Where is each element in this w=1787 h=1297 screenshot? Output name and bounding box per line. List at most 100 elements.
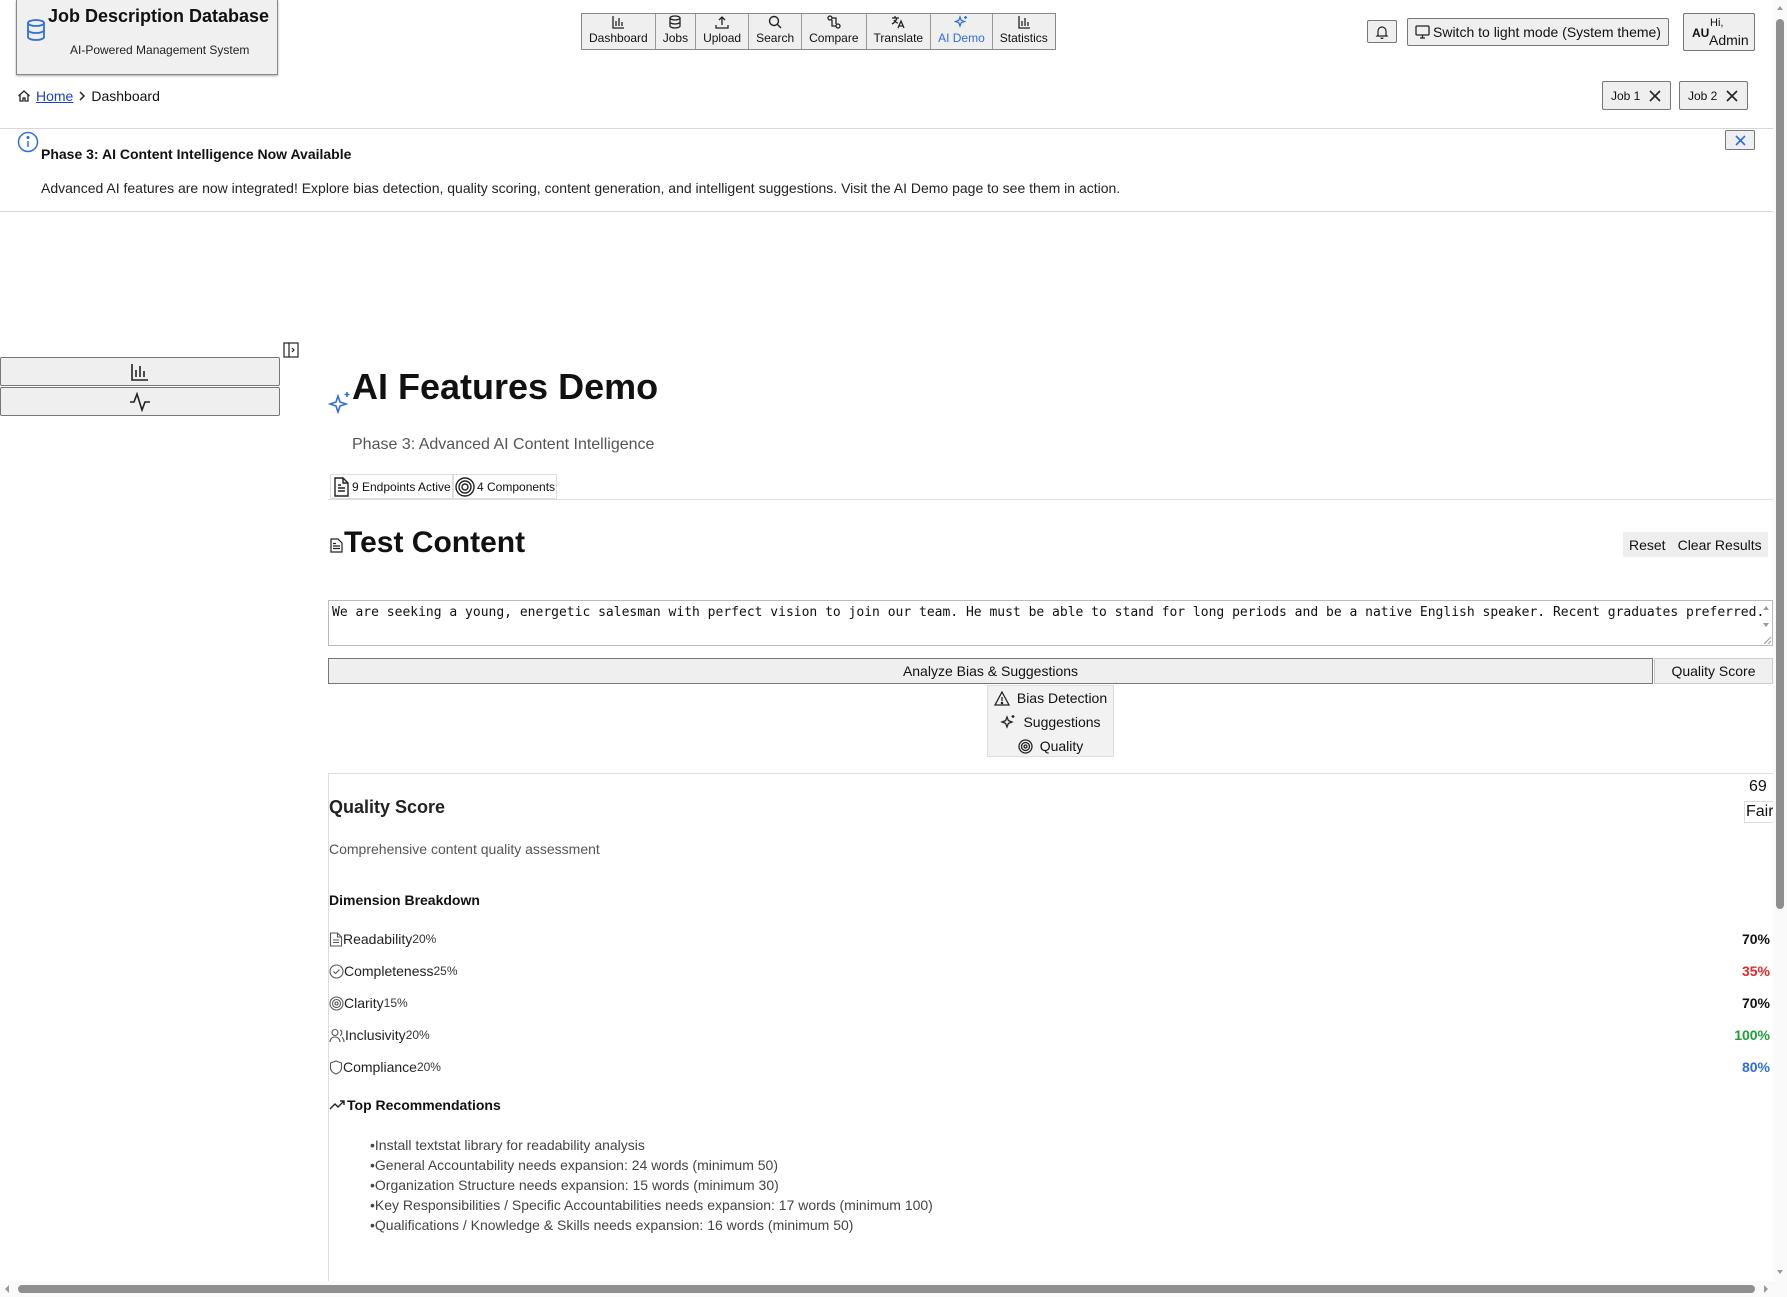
compare-chip-job-2[interactable]: Job 2 [1679,81,1749,110]
dimension-value: 70% [1741,995,1770,1011]
target-icon [455,476,475,497]
textarea-scrollbar[interactable] [1760,601,1772,645]
dimension-name: Inclusivity [345,1027,406,1043]
sidebar-item-statistics[interactable] [0,357,280,386]
dimension-breakdown-heading: Dimension Breakdown [329,892,480,908]
dimension-weight: 20% [416,1060,441,1074]
quality-score-description: Comprehensive content quality assessment [329,841,600,857]
trending-up-icon [329,1100,345,1110]
nav-translate[interactable]: Translate [867,14,932,49]
notifications-button[interactable] [1367,20,1397,43]
nav-compare[interactable]: Compare [802,14,867,49]
tab-quality[interactable]: Quality [988,734,1113,758]
dimension-value: 35% [1741,963,1770,979]
compare-chip-job-1[interactable]: Job 1 [1602,81,1672,110]
breadcrumb-home-link[interactable]: Home [36,88,73,104]
sparkles-icon [328,391,352,417]
dimension-readability: Readability 20% [329,930,436,948]
recommendation-text: Install textstat library for readability… [374,1137,645,1153]
recommendation-item: •General Accountability needs expansion:… [370,1157,779,1173]
translate-icon [891,16,905,29]
nav-statistics[interactable]: Statistics [993,14,1055,49]
bell-icon [1375,25,1389,39]
nav-dashboard[interactable]: Dashboard [582,14,656,49]
recommendation-item: •Install textstat library for readabilit… [370,1137,645,1153]
sidebar-toggle-icon [283,342,299,358]
recommendation-item: •Qualifications / Knowledge & Skills nee… [370,1217,854,1233]
banner-title: Phase 3: AI Content Intelligence Now Ava… [41,146,352,162]
dimension-weight: 20% [412,932,437,946]
activity-icon [130,391,150,412]
nav-upload[interactable]: Upload [696,14,750,49]
bar-chart-icon [1018,16,1030,29]
main-nav: Dashboard Jobs Upload Search Compare Tra… [581,13,1056,50]
document-icon [334,476,349,497]
dimension-clarity: Clarity 15% [329,994,408,1012]
endpoints-badge: 9 Endpoints Active [330,474,453,499]
dimension-weight: 15% [383,996,408,1010]
sidebar-item-activity[interactable] [0,387,280,416]
theme-toggle-button[interactable]: Switch to light mode (System theme) [1407,18,1669,46]
user-greeting: Hi, [1710,17,1724,29]
nav-ai-demo[interactable]: AI Demo [931,14,993,49]
nav-label: Upload [703,31,742,45]
clear-results-button[interactable]: Clear Results [1672,532,1768,557]
breadcrumb-current: Dashboard [91,88,160,104]
dimension-name: Completeness [344,963,434,979]
chip-label: Job 2 [1688,88,1718,103]
user-menu-button[interactable]: AU Hi, Admin [1683,13,1755,51]
tab-bias-detection[interactable]: Bias Detection [988,686,1113,710]
tab-label: Suggestions [1023,714,1101,730]
dimension-name: Readability [343,931,413,947]
tab-suggestions[interactable]: Suggestions [988,710,1113,734]
nav-label: Compare [809,31,859,45]
components-badge: 4 Components [453,474,558,499]
bar-chart-icon [131,363,148,381]
sidebar-toggle-button[interactable] [283,342,299,358]
dimension-weight: 25% [433,964,458,978]
page-title: AI Features Demo [352,366,659,407]
close-icon[interactable] [1725,89,1739,103]
target-icon [329,995,344,1011]
app-brand[interactable]: Job Description Database AI-Powered Mana… [16,0,278,75]
info-icon [17,131,39,153]
nav-jobs[interactable]: Jobs [656,14,697,49]
page-subtitle: Phase 3: Advanced AI Content Intelligenc… [352,436,655,453]
recommendation-text: Qualifications / Knowledge & Skills need… [374,1217,854,1233]
shield-icon [329,1059,343,1075]
overall-score: 69 [1749,778,1767,795]
dimension-value: 70% [1741,931,1770,947]
chip-label: Job 1 [1611,88,1641,103]
close-icon [1734,134,1746,146]
app-title: Job Description Database [48,6,270,26]
vertical-scrollbar[interactable] [1773,0,1787,1297]
nav-label: Search [756,31,795,45]
dimension-name: Compliance [343,1059,417,1075]
result-tabs: Bias Detection Suggestions Quality [987,685,1114,757]
chevron-right-icon [79,91,86,101]
info-banner: Phase 3: AI Content Intelligence Now Ava… [0,128,1773,212]
nav-search[interactable]: Search [749,14,803,49]
score-rating-badge: Fair [1744,801,1776,823]
nav-label: Translate [873,31,924,45]
target-icon [1018,738,1033,754]
dimension-name: Clarity [344,995,384,1011]
quality-score-title: Quality Score [329,797,446,817]
dimension-completeness: Completeness 25% [329,962,458,980]
tab-label: Bias Detection [1016,690,1108,706]
divider [328,499,1773,500]
upload-icon [715,16,729,29]
nav-label: Jobs [662,31,689,45]
quality-score-button[interactable]: Quality Score [1654,658,1773,684]
horizontal-scrollbar[interactable] [0,1281,1773,1297]
close-icon[interactable] [1648,89,1662,103]
document-icon [330,538,343,553]
document-icon [329,931,343,947]
reset-button[interactable]: Reset [1623,532,1672,557]
recommendation-text: Key Responsibilities / Specific Accounta… [374,1197,933,1213]
banner-close-button[interactable] [1725,130,1755,150]
analyze-bias-button[interactable]: Analyze Bias & Suggestions [328,658,1653,684]
test-content-textarea[interactable]: We are seeking a young, energetic salesm… [328,600,1773,646]
badge-label: 4 Components [477,479,556,494]
database-icon [25,18,47,42]
